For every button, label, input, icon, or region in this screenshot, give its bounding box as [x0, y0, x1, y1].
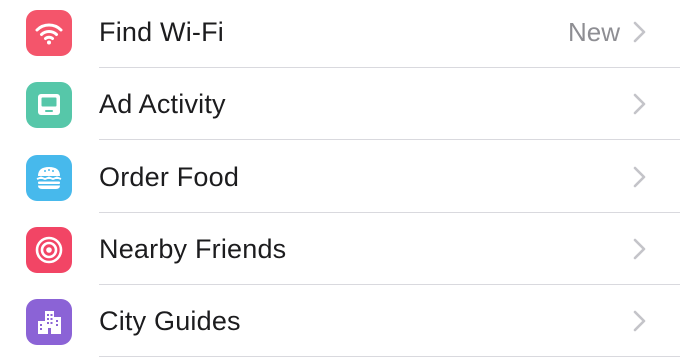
- menu-item-nearby-friends[interactable]: Nearby Friends: [0, 213, 680, 285]
- menu-item-ad-activity[interactable]: Ad Activity: [0, 68, 680, 140]
- burger-icon: [26, 155, 72, 201]
- new-badge: New: [567, 17, 620, 47]
- menu-item-label: Ad Activity: [99, 89, 226, 119]
- chevron-right-icon: [633, 310, 646, 332]
- row-divider: [99, 139, 680, 140]
- settings-menu-list: Find Wi-Fi New Ad Activity Order Food Ne…: [0, 0, 680, 360]
- menu-item-label: Nearby Friends: [99, 234, 287, 264]
- chevron-right-icon: [633, 21, 646, 43]
- target-icon: [26, 227, 72, 273]
- chevron-right-icon: [633, 166, 646, 188]
- chevron-right-icon: [633, 93, 646, 115]
- menu-item-find-wifi[interactable]: Find Wi-Fi New: [0, 0, 680, 68]
- city-icon: [26, 299, 72, 345]
- menu-item-order-food[interactable]: Order Food: [0, 141, 680, 213]
- menu-item-city-guides[interactable]: City Guides: [0, 285, 680, 357]
- wifi-icon: [26, 10, 72, 56]
- row-divider: [99, 356, 680, 357]
- chevron-right-icon: [633, 238, 646, 260]
- menu-item-label: Find Wi-Fi: [99, 17, 224, 47]
- monitor-icon: [26, 82, 72, 128]
- menu-item-label: Order Food: [99, 162, 240, 192]
- menu-item-label: City Guides: [99, 306, 241, 336]
